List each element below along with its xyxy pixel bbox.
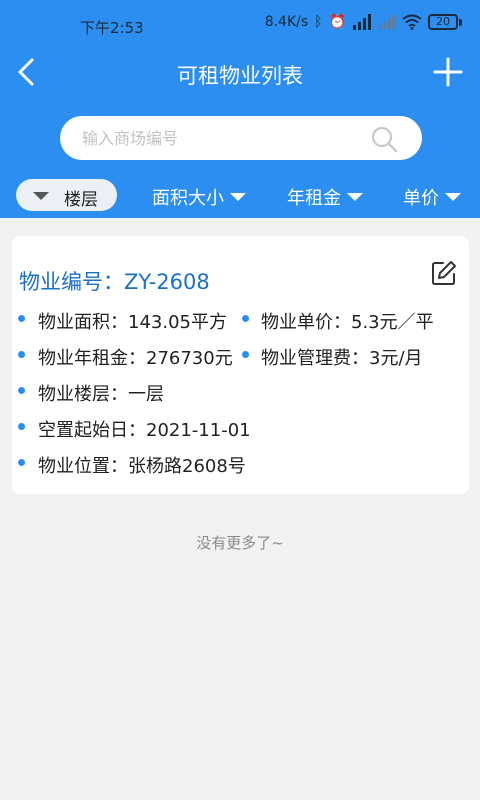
property-floor: 物业楼层：一层 — [38, 384, 164, 405]
property-annual-rent: 物业年租金：276730元 — [38, 348, 233, 369]
property-location: 物业位置：张杨路2608号 — [38, 456, 246, 477]
bluetooth-icon: ᛒ — [314, 14, 323, 30]
signal-icon — [353, 14, 371, 30]
property-row: 空置起始日：2021-11-01 — [12, 412, 469, 442]
bullet-icon — [18, 459, 25, 466]
filter-area-label: 面积大小 — [152, 188, 224, 209]
property-row: 物业年租金：276730元 物业管理费：3元/月 — [12, 340, 469, 370]
filter-area[interactable]: 面积大小 — [152, 184, 246, 210]
triangle-down-icon — [445, 193, 461, 201]
property-unit-price: 物业单价：5.3元／平 — [261, 312, 434, 333]
triangle-down-icon — [33, 192, 49, 200]
add-button[interactable] — [432, 56, 464, 88]
triangle-down-icon — [347, 193, 363, 201]
status-icons: 8.4K/s ᛒ ⏰ 20 — [265, 14, 462, 30]
wifi-icon — [402, 14, 422, 30]
search-box — [60, 116, 422, 160]
bullet-icon — [18, 315, 25, 322]
property-area: 物业面积：143.05平方 — [38, 312, 227, 333]
search-icon[interactable] — [370, 125, 398, 153]
bullet-icon — [18, 387, 25, 394]
property-vacancy-date: 空置起始日：2021-11-01 — [38, 420, 251, 441]
alarm-icon: ⏰ — [328, 14, 346, 30]
status-bar: 下午2:53 8.4K/s ᛒ ⏰ 20 — [0, 0, 480, 50]
property-row: 物业面积：143.05平方 物业单价：5.3元／平 — [12, 304, 469, 334]
property-card[interactable]: 物业编号：ZY-2608 物业面积：143.05平方 物业单价：5.3元／平 物… — [12, 236, 469, 494]
no-more-text: 没有更多了~ — [196, 534, 284, 552]
battery-icon: 20 — [428, 14, 462, 30]
edit-button[interactable] — [431, 260, 457, 286]
network-speed: 8.4K/s — [264, 14, 309, 30]
bullet-icon — [242, 315, 249, 322]
property-mgmt-fee: 物业管理费：3元/月 — [261, 348, 423, 369]
property-row: 物业位置：张杨路2608号 — [12, 448, 469, 478]
signal-2-icon — [378, 14, 396, 30]
bullet-icon — [242, 351, 249, 358]
property-title: 物业编号：ZY-2608 — [19, 270, 210, 294]
bullet-icon — [18, 351, 25, 358]
filter-unit-price-label: 单价 — [403, 188, 439, 209]
page-title: 可租物业列表 — [177, 64, 303, 88]
app-header: 下午2:53 8.4K/s ᛒ ⏰ 20 可租物业列表 输入商场编号 楼层 面积… — [0, 0, 480, 218]
filter-annual-rent-label: 年租金 — [287, 188, 341, 209]
filter-bar: 楼层 面积大小 年租金 单价 — [0, 176, 480, 214]
battery-level: 20 — [428, 14, 458, 30]
filter-floor-label: 楼层 — [64, 190, 98, 210]
triangle-down-icon — [230, 193, 246, 201]
filter-unit-price[interactable]: 单价 — [403, 184, 461, 210]
property-row: 物业楼层：一层 — [12, 376, 469, 406]
edit-icon — [432, 261, 456, 285]
status-time: 下午2:53 — [80, 19, 144, 37]
filter-floor[interactable]: 楼层 — [16, 179, 117, 211]
plus-icon — [433, 57, 463, 87]
search-input[interactable] — [82, 116, 362, 160]
filter-annual-rent[interactable]: 年租金 — [287, 184, 363, 210]
bullet-icon — [18, 423, 25, 430]
